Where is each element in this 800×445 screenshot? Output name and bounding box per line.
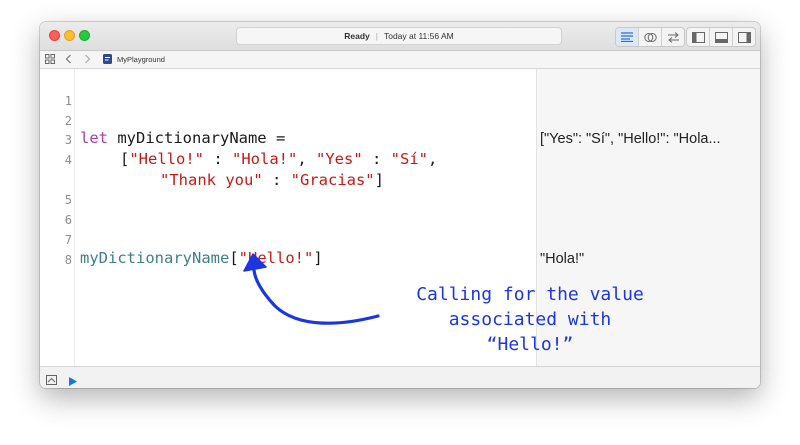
annotation-arrow-icon	[243, 253, 380, 325]
annotation-line: Calling for the value	[416, 284, 644, 305]
annotation-text: Calling for the value associated with “H…	[360, 282, 700, 357]
annotation-line: “Hello!”	[486, 334, 574, 355]
annotation-line: associated with	[448, 309, 612, 330]
